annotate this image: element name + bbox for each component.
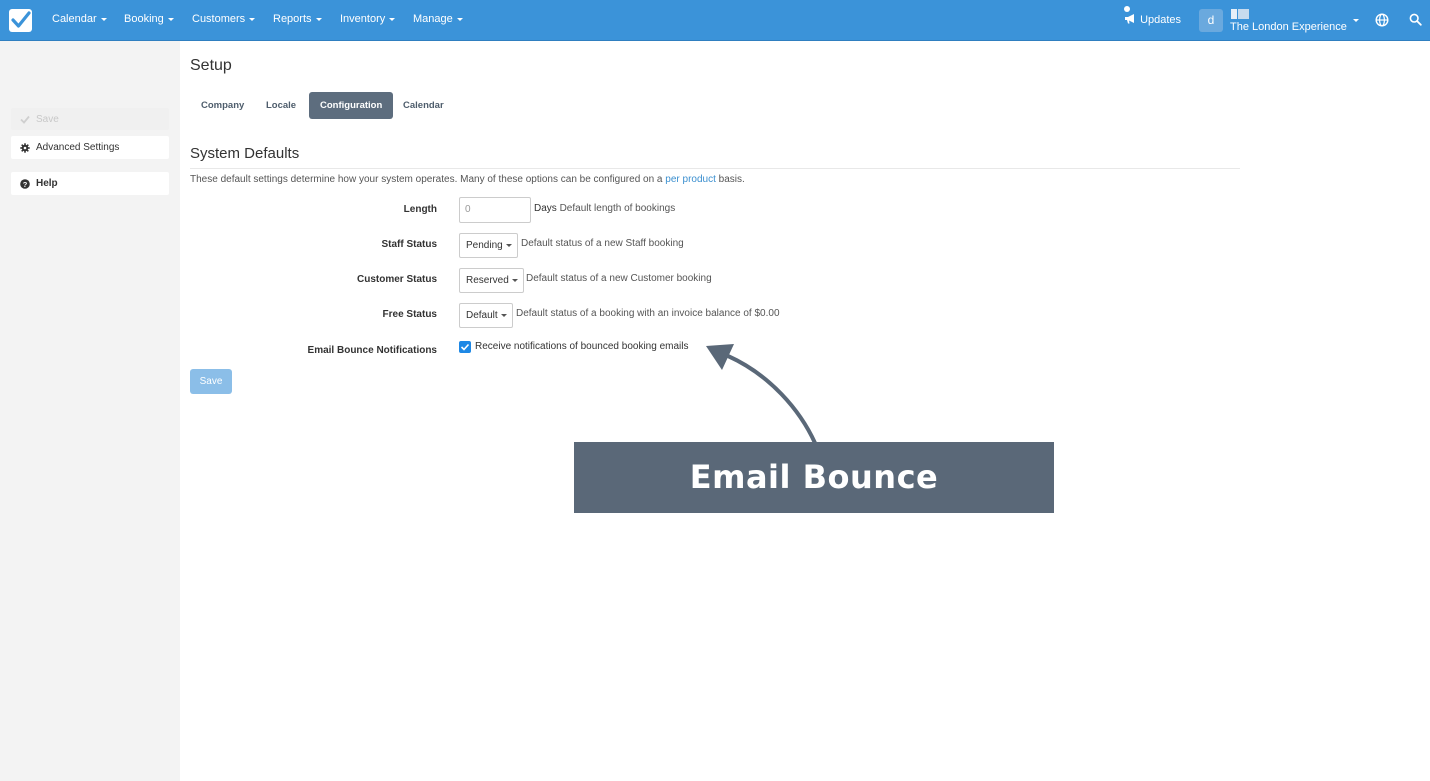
caret-down-icon <box>167 17 174 21</box>
account-name[interactable]: The London Experience <box>1230 21 1347 33</box>
caret-down-icon <box>249 17 256 21</box>
customer-status-hint: Default status of a new Customer booking <box>526 273 712 284</box>
globe-icon[interactable] <box>1375 13 1389 27</box>
checkmark-icon <box>460 343 470 351</box>
avatar[interactable]: d <box>1199 9 1223 32</box>
company-logo-icon <box>1231 9 1249 19</box>
advanced-settings-button[interactable]: Advanced Settings <box>11 136 169 159</box>
sidebar: Save Advanced Settings ? Help <box>0 41 180 781</box>
caret-down-icon <box>389 17 396 21</box>
nav-menu-reports[interactable]: Reports <box>273 13 322 25</box>
email-bounce-checkbox[interactable] <box>459 341 471 353</box>
length-hint: Days Default length of bookings <box>534 203 675 214</box>
caret-down-icon <box>505 243 512 247</box>
nav-menu-booking[interactable]: Booking <box>124 13 174 25</box>
logo-checkmark-icon[interactable] <box>9 9 32 32</box>
tab-calendar[interactable]: Calendar <box>392 92 455 119</box>
caret-down-icon <box>100 17 107 21</box>
free-status-hint: Default status of a booking with an invo… <box>516 308 780 319</box>
help-button[interactable]: ? Help <box>11 172 169 195</box>
callout-banner: Email Bounce Notifications <box>574 442 1054 567</box>
caret-down-icon <box>500 313 507 317</box>
tab-company[interactable]: Company <box>190 92 255 119</box>
nav-menu-calendar[interactable]: Calendar <box>52 13 107 25</box>
length-unit: Days <box>534 203 557 214</box>
sidebar-save-button[interactable]: Save <box>11 108 169 130</box>
nav-menu-label: Inventory <box>340 13 386 25</box>
top-navbar: Calendar Booking Customers Reports Inven… <box>0 0 1430 41</box>
updates-button[interactable]: Updates <box>1124 6 1182 26</box>
account-caret-icon[interactable] <box>1353 19 1359 22</box>
tab-configuration[interactable]: Configuration <box>309 92 394 119</box>
save-button[interactable]: Save <box>190 369 232 394</box>
nav-menu-label: Reports <box>273 13 312 25</box>
divider <box>190 168 1240 169</box>
staff-status-hint: Default status of a new Staff booking <box>521 238 684 249</box>
customer-status-label: Customer Status <box>356 274 437 285</box>
caret-down-icon <box>456 17 463 21</box>
help-label: Help <box>36 178 58 189</box>
per-product-link[interactable]: per product <box>665 174 716 185</box>
nav-menu-label: Booking <box>124 13 164 25</box>
sidebar-save-label: Save <box>36 113 59 125</box>
section-description: These default settings determine how you… <box>190 174 745 185</box>
megaphone-icon <box>1125 14 1134 24</box>
check-icon <box>20 115 30 124</box>
nav-menu-label: Calendar <box>52 13 97 25</box>
question-circle-icon: ? <box>20 178 30 189</box>
email-bounce-checkbox-label[interactable]: Receive notifications of bounced booking… <box>475 341 688 352</box>
updates-label: Updates <box>1140 14 1182 26</box>
length-input[interactable]: 0 <box>459 197 531 223</box>
email-bounce-label: Email Bounce Notifications <box>307 345 437 356</box>
nav-menu-inventory[interactable]: Inventory <box>340 13 396 25</box>
search-icon[interactable] <box>1409 13 1422 26</box>
gear-icon <box>20 142 30 153</box>
caret-down-icon <box>511 278 518 282</box>
caret-down-icon <box>315 17 322 21</box>
staff-status-label: Staff Status <box>381 239 437 250</box>
nav-menu-label: Manage <box>413 13 453 25</box>
svg-text:?: ? <box>23 180 28 189</box>
nav-menu-customers[interactable]: Customers <box>192 13 256 25</box>
customer-status-select[interactable]: Reserved <box>459 268 524 293</box>
length-hint-text: Default length of bookings <box>559 203 676 214</box>
nav-menu-label: Customers <box>192 13 246 25</box>
callout-arrow-icon <box>706 344 817 444</box>
page-title: Setup <box>190 57 232 74</box>
nav-menu-manage[interactable]: Manage <box>413 13 463 25</box>
free-status-value: Default <box>466 310 498 321</box>
customer-status-value: Reserved <box>466 275 509 286</box>
notification-dot <box>1124 6 1130 12</box>
tab-locale[interactable]: Locale <box>255 92 307 119</box>
free-status-label: Free Status <box>382 309 437 320</box>
staff-status-select[interactable]: Pending <box>459 233 518 258</box>
staff-status-value: Pending <box>466 240 503 251</box>
free-status-select[interactable]: Default <box>459 303 513 328</box>
description-text: These default settings determine how you… <box>190 174 666 185</box>
advanced-settings-label: Advanced Settings <box>36 142 120 153</box>
section-title: System Defaults <box>190 145 300 162</box>
description-text-end: basis. <box>715 174 745 185</box>
length-label: Length <box>403 204 437 215</box>
